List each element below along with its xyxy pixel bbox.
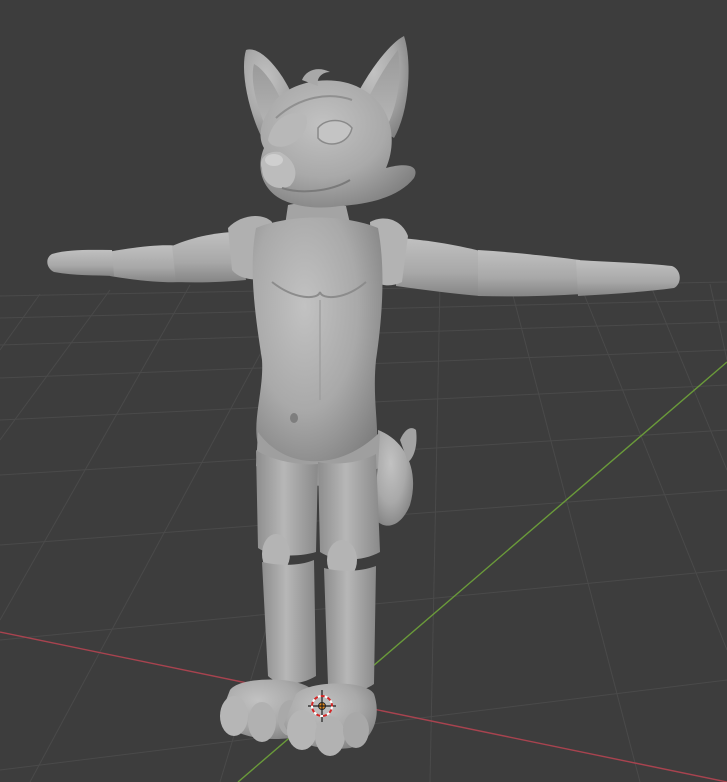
model-left-thigh (256, 450, 318, 556)
model-right-shin (324, 566, 376, 692)
model-left-hand (47, 249, 114, 276)
model-nose (265, 154, 283, 166)
viewport-canvas[interactable] (0, 0, 727, 782)
3d-viewport[interactable] (0, 0, 727, 782)
model-navel (290, 413, 298, 423)
model-left-forearm (108, 245, 182, 283)
model-left-shin (262, 560, 316, 684)
model-torso (252, 217, 383, 472)
